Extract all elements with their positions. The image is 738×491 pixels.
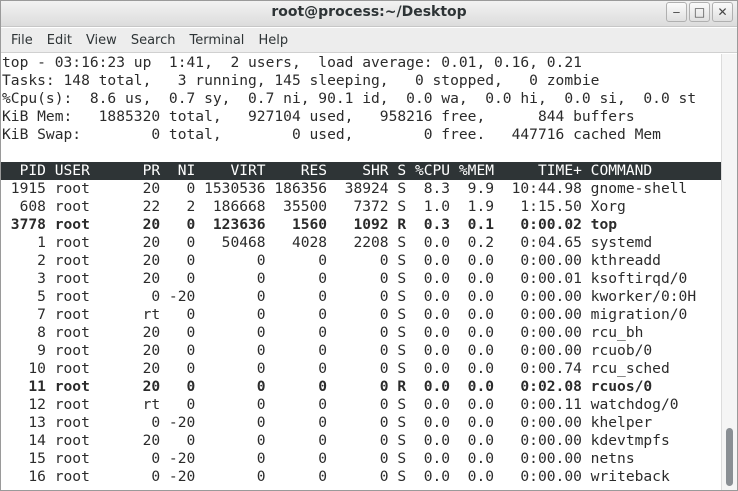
maximize-icon[interactable]: □ [689, 2, 710, 22]
cpu-line: %Cpu(s): 8.6 us, 0.7 sy, 0.7 ni, 90.1 id… [2, 90, 697, 107]
menu-help[interactable]: Help [252, 31, 294, 50]
process-row: 3778 root 20 0 123636 1560 1092 R 0.3 0.… [2, 216, 618, 233]
process-row: 5 root 0 -20 0 0 0 S 0.0 0.0 0:00.00 kwo… [2, 288, 697, 305]
process-row: 608 root 22 2 186668 35500 7372 S 1.0 1.… [2, 198, 626, 215]
menu-file[interactable]: File [5, 31, 39, 50]
tasks-line: Tasks: 148 total, 3 running, 145 sleepin… [2, 72, 600, 89]
process-row: 16 root 0 -20 0 0 0 S 0.0 0.0 0:00.00 wr… [2, 468, 670, 485]
process-row: 2 root 20 0 0 0 0 S 0.0 0.0 0:00.00 kthr… [2, 252, 661, 269]
process-row: 7 root rt 0 0 0 0 S 0.0 0.0 0:00.00 migr… [2, 306, 688, 323]
window-controls: ‒ □ ✕ [666, 2, 733, 22]
terminal-window: root@process:~/Desktop ‒ □ ✕ File Edit V… [0, 0, 738, 491]
menu-view[interactable]: View [80, 31, 123, 50]
mem-line: KiB Mem: 1885320 total, 927104 used, 958… [2, 108, 635, 125]
menu-search[interactable]: Search [125, 31, 182, 50]
process-row: 12 root rt 0 0 0 0 S 0.0 0.0 0:00.11 wat… [2, 396, 679, 413]
close-icon[interactable]: ✕ [712, 2, 733, 22]
uptime-line: top - 03:16:23 up 1:41, 2 users, load av… [2, 54, 582, 71]
minimize-icon[interactable]: ‒ [666, 2, 687, 22]
process-row: 9 root 20 0 0 0 0 S 0.0 0.0 0:00.00 rcuo… [2, 342, 653, 359]
title-bar[interactable]: root@process:~/Desktop ‒ □ ✕ [1, 1, 737, 27]
scrollbar-thumb[interactable] [726, 428, 733, 486]
process-row: 3 root 20 0 0 0 0 S 0.0 0.0 0:00.01 ksof… [2, 270, 688, 287]
process-row: 1 root 20 0 50468 4028 2208 S 0.0 0.2 0:… [2, 234, 653, 251]
terminal-output[interactable]: top - 03:16:23 up 1:41, 2 users, load av… [1, 54, 722, 490]
process-row: 13 root 0 -20 0 0 0 S 0.0 0.0 0:00.00 kh… [2, 414, 653, 431]
vertical-scrollbar[interactable] [721, 54, 737, 490]
menu-bar: File Edit View Search Terminal Help [1, 28, 737, 53]
process-row: 14 root 20 0 0 0 0 S 0.0 0.0 0:00.00 kde… [2, 432, 670, 449]
process-row: 11 root 20 0 0 0 0 R 0.0 0.0 0:02.08 rcu… [2, 378, 653, 395]
window-title: root@process:~/Desktop [271, 4, 467, 20]
menu-terminal[interactable]: Terminal [183, 31, 250, 50]
swap-line: KiB Swap: 0 total, 0 used, 0 free. 44771… [2, 126, 661, 143]
process-row: 15 root 0 -20 0 0 0 S 0.0 0.0 0:00.00 ne… [2, 450, 635, 467]
process-table-header: PID USER PR NI VIRT RES SHR S %CPU %MEM … [1, 162, 722, 180]
process-row: 10 root 20 0 0 0 0 S 0.0 0.0 0:00.74 rcu… [2, 360, 670, 377]
process-row: 1915 root 20 0 1530536 186356 38924 S 8.… [2, 180, 688, 197]
menu-edit[interactable]: Edit [41, 31, 78, 50]
process-row: 8 root 20 0 0 0 0 S 0.0 0.0 0:00.00 rcu_… [2, 324, 644, 341]
